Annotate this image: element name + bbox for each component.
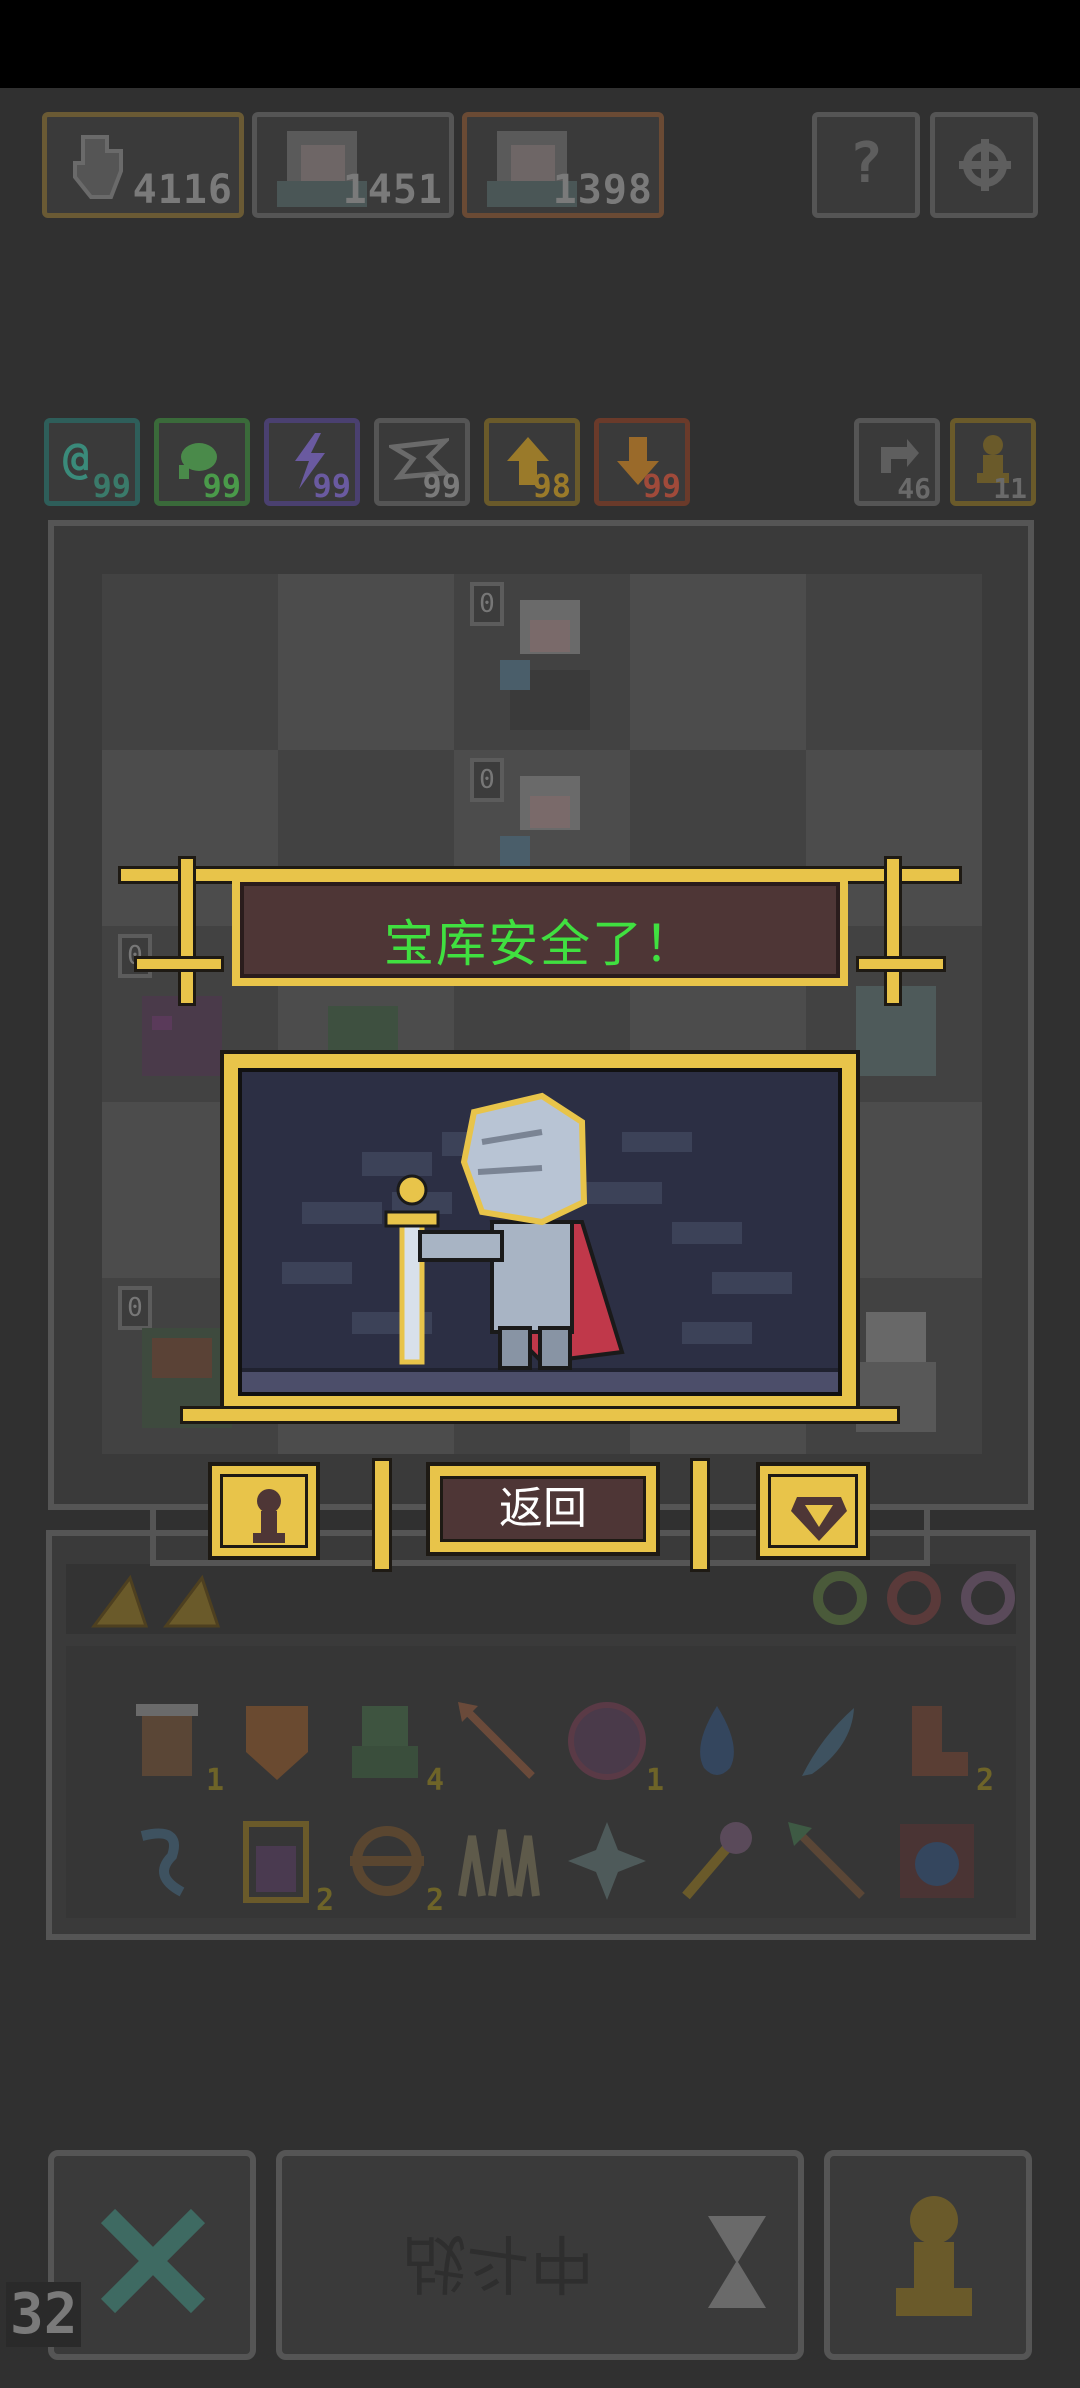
back-post-left — [372, 1458, 392, 1572]
fire-scroll-icon — [900, 1824, 974, 1898]
resource-hero-1[interactable]: 1451 — [252, 112, 454, 218]
result-art-frame — [220, 1050, 860, 1418]
inventory-item[interactable]: 1 — [122, 1696, 224, 1798]
hourglass-icon — [708, 2216, 766, 2308]
pawn-icon — [896, 2196, 972, 2316]
element-up-arrow[interactable]: 98 — [484, 418, 580, 506]
red-gem-icon[interactable] — [884, 1568, 944, 1628]
pawn-counter[interactable]: 11 — [950, 418, 1036, 506]
inventory-item[interactable]: 4 — [342, 1696, 444, 1798]
fps-counter: 32 — [6, 2282, 82, 2347]
board-cell[interactable]: 0 — [454, 574, 630, 750]
shield-icon — [246, 1706, 308, 1780]
close-icon — [100, 2208, 206, 2314]
battle-status-label: 战斗中 — [402, 2225, 594, 2299]
result-title: 宝库安全了！ — [384, 915, 696, 973]
element-swirl[interactable]: @ 99 — [44, 418, 140, 506]
inventory-panel: 1 4 1 2 2 2 — [46, 1530, 1036, 1940]
inventory-item[interactable]: 2 — [892, 1696, 994, 1798]
shuriken-icon — [568, 1822, 646, 1900]
element-bar: @ 99 99 99 99 98 99 — [44, 418, 720, 508]
board-cell[interactable] — [630, 574, 806, 750]
gem-icon — [791, 1497, 847, 1541]
result-title-banner: 宝库安全了！ — [232, 874, 848, 986]
ring-icon — [350, 1826, 424, 1896]
element-down-arrow[interactable]: 99 — [594, 418, 690, 506]
keyhole-pawn-icon — [253, 1489, 285, 1543]
potion-icon — [243, 1821, 309, 1903]
inventory-item[interactable]: 2 — [342, 1816, 444, 1918]
result-art — [238, 1068, 842, 1396]
inventory-item[interactable] — [782, 1816, 872, 1906]
back-button-label: 返回 — [440, 1476, 646, 1542]
board-cell[interactable] — [102, 574, 278, 750]
art-frame-base — [180, 1406, 900, 1424]
element-leaf[interactable]: 99 — [154, 418, 250, 506]
inventory-item[interactable] — [232, 1696, 322, 1786]
inventory-item[interactable]: 1 — [562, 1696, 664, 1798]
battle-status-button[interactable]: 战斗中 — [276, 2150, 804, 2360]
demon-face-icon — [568, 1702, 646, 1780]
hero-unit-icon — [500, 600, 590, 730]
water-drop-icon — [700, 1706, 734, 1775]
inventory-header — [66, 1564, 1016, 1634]
back-post-right — [690, 1458, 710, 1572]
status-bar — [0, 0, 1080, 88]
inventory-item[interactable] — [122, 1816, 212, 1906]
banner-bracket-right — [856, 956, 946, 972]
knight-illustration — [242, 1092, 838, 1392]
banner-post-right — [884, 856, 902, 1006]
resource-value: 1398 — [552, 167, 653, 213]
inventory-grid: 1 4 1 2 2 2 — [66, 1646, 1016, 1918]
green-gem-icon[interactable] — [810, 1568, 870, 1628]
feather-icon — [802, 1708, 854, 1776]
gear-icon — [959, 139, 1011, 191]
refresh-counter[interactable]: 46 — [854, 418, 940, 506]
inventory-item[interactable] — [452, 1816, 542, 1906]
spikes-icon — [458, 1829, 540, 1897]
wind-icon — [140, 1828, 185, 1897]
inventory-item[interactable] — [562, 1816, 652, 1906]
help-button[interactable]: ? — [812, 112, 920, 218]
element-lightning[interactable]: 99 — [264, 418, 360, 506]
banner-post-left — [178, 856, 196, 1006]
swirl-icon: @ — [63, 433, 90, 484]
barrel-icon — [136, 1704, 198, 1776]
bottom-bar: 战斗中 32 — [0, 2140, 1080, 2388]
settings-button[interactable] — [930, 112, 1038, 218]
hand-icon — [73, 135, 123, 199]
element-wing[interactable]: 99 — [374, 418, 470, 506]
gem-button[interactable] — [756, 1462, 870, 1560]
cheese-icon[interactable] — [162, 1574, 222, 1630]
cheese-icon[interactable] — [90, 1574, 150, 1630]
inventory-item[interactable] — [672, 1816, 762, 1906]
purple-gem-icon[interactable] — [958, 1568, 1018, 1628]
banner-bracket-left — [134, 956, 224, 972]
resource-value: 4116 — [132, 167, 233, 213]
pawn-button[interactable] — [824, 2150, 1032, 2360]
boot-icon — [912, 1706, 968, 1776]
inventory-item[interactable]: 2 — [232, 1816, 334, 1918]
resource-player[interactable]: 4116 — [42, 112, 244, 218]
back-button[interactable]: 返回 — [426, 1462, 660, 1556]
inventory-item[interactable] — [452, 1696, 542, 1786]
board-cell[interactable] — [278, 574, 454, 750]
spear-icon — [788, 1822, 865, 1899]
green-creature-icon — [352, 1706, 418, 1778]
board-cell[interactable] — [806, 574, 982, 750]
resource-hero-2[interactable]: 1398 — [462, 112, 664, 218]
resource-value: 1451 — [342, 167, 443, 213]
staff-icon — [682, 1822, 752, 1900]
leaderboard-button[interactable] — [208, 1462, 320, 1560]
inventory-item[interactable] — [672, 1696, 762, 1786]
inventory-item[interactable] — [892, 1816, 982, 1906]
question-mark-icon: ? — [849, 131, 883, 196]
inventory-item[interactable] — [782, 1696, 872, 1786]
arrow-icon — [458, 1702, 535, 1779]
